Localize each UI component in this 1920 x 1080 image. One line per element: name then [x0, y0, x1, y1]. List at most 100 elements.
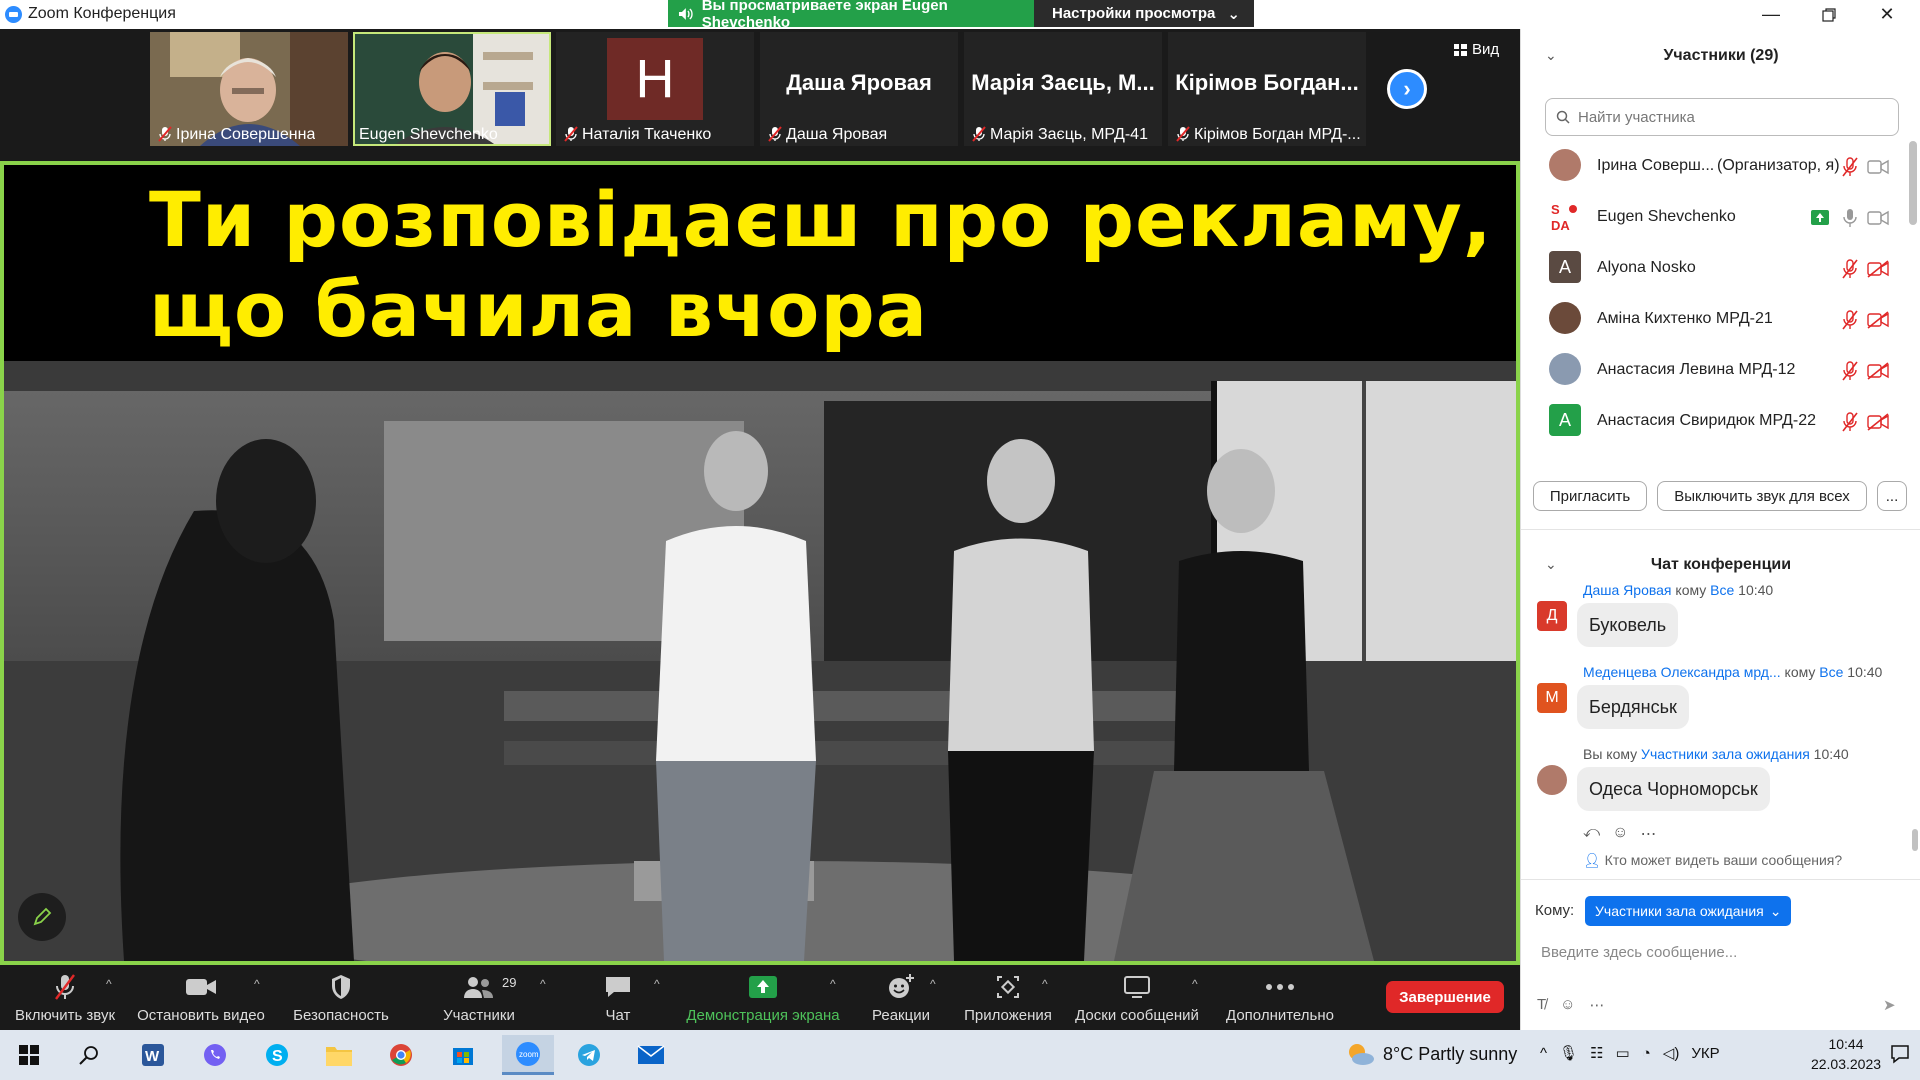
video-off-icon[interactable] — [1867, 311, 1889, 329]
thumbnail-participant[interactable]: Кірімов Богдан... Кірімов Богдан МРД-... — [1168, 32, 1366, 146]
chrome-app-icon[interactable] — [378, 1035, 424, 1075]
participant-row[interactable]: S DA Eugen Shevchenko — [1521, 192, 1901, 243]
end-meeting-button[interactable]: Завершение — [1386, 981, 1504, 1013]
video-off-icon[interactable] — [1867, 413, 1889, 431]
start-windows-icon[interactable] — [6, 1035, 52, 1075]
video-options-caret-icon[interactable]: ^ — [254, 977, 260, 991]
annotate-button[interactable] — [18, 893, 66, 941]
store-app-icon[interactable] — [440, 1035, 486, 1075]
security-button[interactable]: Безопасность — [288, 965, 394, 1030]
participants-scrollbar[interactable] — [1909, 141, 1917, 225]
skype-app-icon[interactable]: S — [254, 1035, 300, 1075]
add-reaction-icon[interactable]: ☺ — [1612, 824, 1628, 844]
emoji-icon[interactable]: ☺ — [1560, 996, 1575, 1014]
chat-recipient[interactable]: Все — [1819, 664, 1843, 680]
chat-scrollbar[interactable] — [1912, 829, 1918, 851]
participant-row[interactable]: Аміна Кихтенко МРД-21 — [1521, 294, 1901, 345]
chat-label: Чат — [605, 1007, 631, 1024]
mic-icon[interactable]: 🎙︎ — [1559, 1044, 1578, 1062]
who-can-see-link[interactable]: 👤︎ Кто может видеть ваши сообщения? — [1583, 852, 1842, 869]
view-settings-dropdown[interactable]: Настройки просмотра ⌄ — [1034, 0, 1254, 27]
share-screen-button[interactable]: Демонстрация экрана — [680, 965, 846, 1030]
chat-button[interactable]: Чат — [580, 965, 656, 1030]
close-button[interactable]: ✕ — [1858, 0, 1916, 29]
mail-app-icon[interactable] — [628, 1035, 674, 1075]
more-dots-icon[interactable]: ⋯ — [1590, 996, 1605, 1014]
svg-text:zoom: zoom — [519, 1050, 539, 1059]
participant-row[interactable]: A Анастасия Свиридюк МРД-22 — [1521, 396, 1901, 447]
participant-row[interactable]: Ірина Соверш... (Организатор, я) — [1521, 141, 1901, 192]
video-off-icon[interactable] — [1867, 260, 1889, 278]
file-explorer-icon[interactable] — [316, 1035, 362, 1075]
reactions-options-caret-icon[interactable]: ^ — [930, 977, 936, 991]
thumbnail-participant-active[interactable]: Eugen Shevchenko — [353, 32, 551, 146]
participant-search-input[interactable] — [1578, 108, 1878, 126]
participants-button[interactable]: 29 Участники — [432, 965, 526, 1030]
participants-more-button[interactable]: ... — [1877, 481, 1907, 511]
weather-widget[interactable]: 8°C Partly sunny — [1345, 1042, 1517, 1066]
mic-muted-icon[interactable] — [1841, 259, 1859, 279]
chat-sender[interactable]: Даша Яровая — [1583, 582, 1672, 598]
network-icon[interactable]: ☷ — [1590, 1044, 1603, 1062]
mic-muted-icon[interactable] — [1841, 412, 1859, 432]
participant-row[interactable]: A Alyona Nosko — [1521, 243, 1901, 294]
wifi-icon[interactable]: ◔ — [1642, 1045, 1651, 1062]
chevron-up-icon[interactable]: ^ — [1540, 1045, 1547, 1062]
participant-row[interactable]: Анастасия Левина МРД-12 — [1521, 345, 1901, 396]
share-options-caret-icon[interactable]: ^ — [830, 977, 836, 991]
notifications-icon[interactable] — [1890, 1044, 1910, 1064]
participants-options-caret-icon[interactable]: ^ — [540, 977, 546, 991]
telegram-app-icon[interactable] — [566, 1035, 612, 1075]
thumbnail-participant[interactable]: Ірина Совершенна — [150, 32, 348, 146]
thumbnail-participant[interactable]: Н Наталія Ткаченко — [556, 32, 754, 146]
thumbnail-participant[interactable]: Марія Заєць, М... Марія Заєць, МРД-41 — [964, 32, 1162, 146]
whiteboards-button[interactable]: Доски сообщений — [1070, 965, 1204, 1030]
chat-options-caret-icon[interactable]: ^ — [654, 977, 660, 991]
mic-muted-icon[interactable] — [1841, 310, 1859, 330]
word-app-icon[interactable]: W — [130, 1035, 176, 1075]
more-label: Дополнительно — [1226, 1007, 1334, 1024]
search-icon[interactable] — [66, 1035, 112, 1075]
chat-sender[interactable]: Меденцева Олександра мрд... — [1583, 664, 1781, 680]
send-icon[interactable]: ➤ — [1883, 996, 1896, 1014]
more-dots-icon[interactable]: ⋯ — [1640, 824, 1656, 844]
thumbnail-participant[interactable]: Даша Яровая Даша Яровая — [760, 32, 958, 146]
camera-icon[interactable]: ▭ — [1616, 1044, 1630, 1062]
chat-recipient[interactable]: Участники зала ожидания — [1641, 746, 1810, 762]
invite-button[interactable]: Пригласить — [1533, 481, 1647, 511]
stop-video-button[interactable]: Остановить видео — [136, 965, 266, 1030]
clock-date: 22.03.2023 — [1810, 1056, 1882, 1072]
view-button[interactable]: Вид — [1454, 41, 1499, 58]
unmute-button[interactable]: Включить звук — [12, 965, 118, 1030]
avatar: A — [1549, 404, 1581, 436]
audio-options-caret-icon[interactable]: ^ — [106, 977, 112, 991]
maximize-button[interactable] — [1800, 0, 1858, 29]
language-indicator[interactable]: УКР — [1691, 1045, 1719, 1062]
chat-message-input[interactable] — [1541, 932, 1901, 972]
viber-app-icon[interactable] — [192, 1035, 238, 1075]
zoom-app-icon[interactable]: zoom — [502, 1035, 554, 1075]
participant-search[interactable] — [1545, 98, 1899, 136]
format-text-icon[interactable]: T̸ — [1537, 996, 1546, 1014]
apps-options-caret-icon[interactable]: ^ — [1042, 977, 1048, 991]
video-camera-icon[interactable] — [1867, 158, 1889, 176]
next-thumbnails-button[interactable]: › — [1387, 69, 1427, 109]
clock[interactable]: 10:44 22.03.2023 — [1806, 1034, 1886, 1074]
video-camera-icon[interactable] — [1867, 209, 1889, 227]
apps-button[interactable]: Приложения — [956, 965, 1060, 1030]
mute-all-button[interactable]: Выключить звук для всех — [1657, 481, 1867, 511]
reactions-button[interactable]: Реакции — [862, 965, 940, 1030]
mic-icon[interactable] — [1841, 208, 1859, 228]
chat-recipient[interactable]: Все — [1710, 582, 1734, 598]
mic-muted-icon[interactable] — [1841, 157, 1859, 177]
chat-recipient-dropdown[interactable]: Участники зала ожидания ⌄ — [1585, 896, 1792, 926]
mic-muted-icon — [564, 126, 578, 142]
thumbnail-name: Ірина Совершенна — [176, 126, 316, 143]
video-off-icon[interactable] — [1867, 362, 1889, 380]
volume-icon[interactable]: ◁) — [1663, 1044, 1680, 1062]
whiteboards-options-caret-icon[interactable]: ^ — [1192, 977, 1198, 991]
reply-icon[interactable]: ⤺ — [1583, 824, 1600, 844]
more-button[interactable]: Дополнительно — [1218, 965, 1342, 1030]
minimize-button[interactable]: — — [1742, 0, 1800, 29]
mic-muted-icon[interactable] — [1841, 361, 1859, 381]
